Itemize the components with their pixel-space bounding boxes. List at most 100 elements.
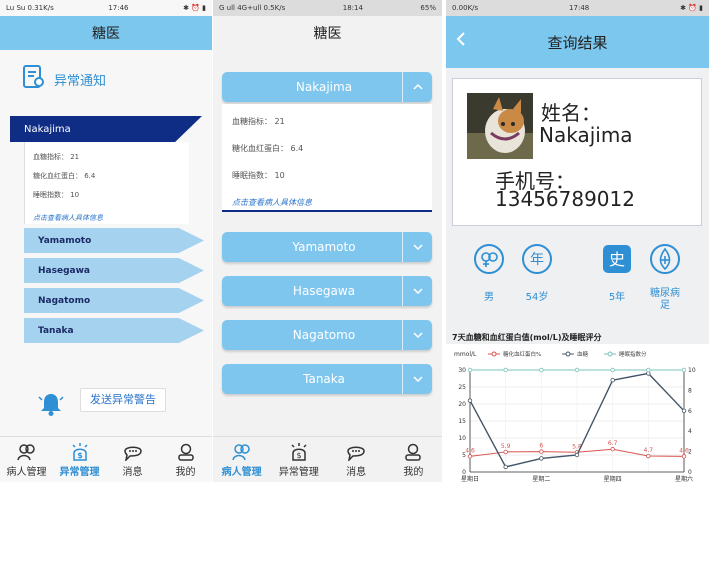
history-glyph: 史 <box>609 250 625 269</box>
nav-mine[interactable]: 我的 <box>385 437 442 482</box>
history-label: 5年 <box>608 292 626 303</box>
view-patient-link[interactable]: 点击查看病人具体信息 <box>33 213 189 223</box>
sleep-line: 睡眠指数： 10 <box>33 191 80 199</box>
nav-label: 消息 <box>122 467 143 478</box>
chevron-down-icon[interactable] <box>402 276 432 306</box>
age-label: 54岁 <box>525 292 549 303</box>
x-tick-label: 星期二 <box>532 475 550 482</box>
y-tick-label: 25 <box>458 384 466 391</box>
nav-patient-management[interactable]: 病人管理 <box>0 437 53 482</box>
status-battery: 65% <box>420 4 436 12</box>
status-network: Lu Su 0.31K/s <box>6 4 54 12</box>
app-title: 糖医 <box>92 26 120 42</box>
chevron-down-icon[interactable] <box>402 320 432 350</box>
status-time: 17:46 <box>108 4 129 12</box>
legend-label: 糖化血红蛋白% <box>503 350 541 358</box>
patient-item-expanded[interactable]: Nakajima <box>222 72 432 102</box>
patient-item[interactable]: Hasegawa <box>24 258 204 283</box>
app-title-bar: 糖医 <box>213 16 442 50</box>
nav-label: 病人管理 <box>6 467 47 478</box>
sleep-line: 睡眠指数： 10 <box>232 171 285 180</box>
patient-profile-card: 姓名： Nakajima 手机号： 13456789012 <box>452 78 702 226</box>
patient-name: Tanaka <box>303 372 345 386</box>
data-point <box>467 454 473 459</box>
x-tick-label: 星期日 <box>461 475 479 482</box>
chevron-up-icon[interactable] <box>402 72 432 102</box>
legend-unit: mmol/L <box>454 351 477 358</box>
patient-name: Nakajima <box>295 80 353 94</box>
app-title-bar: 查询结果 <box>446 16 709 68</box>
notification-doc-icon <box>22 64 46 94</box>
data-point <box>574 367 580 373</box>
patient-item[interactable]: Nagatomo <box>222 320 432 350</box>
patient-name: Yamamoto <box>38 236 92 246</box>
diabetes-icon <box>648 242 682 276</box>
patient-name: Tanaka <box>38 326 74 336</box>
patient-avatar <box>467 93 533 159</box>
view-patient-link[interactable]: 点击查看病人具体信息 <box>232 197 432 208</box>
nav-label: 消息 <box>346 467 367 478</box>
profile-icon <box>177 443 194 461</box>
hba1c-line: 糖化血红蛋白： 6.4 <box>232 144 304 153</box>
back-arrow-icon[interactable] <box>456 32 466 50</box>
chart-background <box>446 344 709 482</box>
nav-abnormal-management[interactable]: $ 异常管理 <box>270 437 327 482</box>
legend-label: 血糖 <box>577 350 589 358</box>
bottom-nav: 病人管理 $ 异常管理 消息 我的 <box>0 436 212 482</box>
nav-label: 异常管理 <box>59 467 100 478</box>
data-point <box>467 367 473 373</box>
legend-marker <box>565 351 571 357</box>
y-tick-label: 20 <box>458 401 466 408</box>
diabetes-label: 糖尿病足 <box>650 288 680 311</box>
y2-tick-label: 10 <box>688 367 696 374</box>
data-point <box>610 447 615 452</box>
alert-dollar-icon: $ <box>291 443 307 461</box>
patients-icon <box>231 444 250 461</box>
phone-screen-query-result: 0.00K/s 17:48 ✱ ⏰ ▮ 查询结果 姓名： Nakajima 手机… <box>446 0 709 482</box>
send-alert-button[interactable]: 发送异常警告 <box>80 388 166 412</box>
name-label: 姓名： <box>541 101 601 125</box>
chevron-down-icon[interactable] <box>402 364 432 394</box>
patient-detail-card: 血糖指标： 21 糖化血红蛋白： 6.4 睡眠指数： 10 点击查看病人具体信息 <box>222 104 432 212</box>
nav-label: 病人管理 <box>221 467 262 478</box>
data-label: 6.7 <box>608 440 618 447</box>
nav-messages[interactable]: 消息 <box>106 437 159 482</box>
page-title: 查询结果 <box>547 33 608 52</box>
data-point <box>467 398 473 403</box>
app-title-bar: 糖医 <box>0 16 212 50</box>
section-title: 异常通知 <box>54 73 107 89</box>
glucose-line: 血糖指标： 21 <box>33 153 80 161</box>
patient-item[interactable]: Nagatomo <box>24 288 204 313</box>
data-point <box>646 453 651 459</box>
history-icon: 史 <box>600 242 634 276</box>
app-title: 糖医 <box>313 26 342 42</box>
legend-label: 睡眠指数分 <box>619 350 647 358</box>
data-point <box>539 449 544 454</box>
nav-label: 我的 <box>175 467 196 478</box>
data-point <box>503 464 508 470</box>
patient-item[interactable]: Tanaka <box>24 318 204 343</box>
patient-item[interactable]: Hasegawa <box>222 276 432 306</box>
patient-item[interactable]: Tanaka <box>222 364 432 394</box>
patient-item-expanded[interactable]: Nakajima <box>10 116 202 142</box>
chevron-down-icon[interactable] <box>402 232 432 262</box>
data-label: 6 <box>539 443 543 450</box>
patient-item[interactable]: Yamamoto <box>24 228 204 253</box>
nav-messages[interactable]: 消息 <box>328 437 385 482</box>
y-tick-label: 10 <box>458 435 466 442</box>
y-tick-label: 0 <box>462 469 466 476</box>
nav-patient-management[interactable]: 病人管理 <box>213 437 270 482</box>
patient-name: Yamamoto <box>292 240 356 254</box>
legend-marker <box>607 351 613 357</box>
profile-icon <box>405 443 422 461</box>
nav-mine[interactable]: 我的 <box>159 437 212 482</box>
status-icons: ✱ ⏰ ▮ <box>183 4 206 12</box>
patient-detail-card: 血糖指标： 21 糖化血红蛋白： 6.4 睡眠指数： 10 点击查看病人具体信息 <box>24 142 189 224</box>
patient-name: Nagatomo <box>292 328 356 342</box>
data-point <box>503 367 508 373</box>
section-header: 异常通知 <box>22 64 106 94</box>
nav-abnormal-management[interactable]: $ 异常管理 <box>53 437 106 482</box>
svg-text:$: $ <box>296 451 301 460</box>
patient-item[interactable]: Yamamoto <box>222 232 432 262</box>
phone-screen-patient-management: G ull 4G+ull 0.5K/s 18:14 65% 糖医 Nakajim… <box>213 0 442 482</box>
